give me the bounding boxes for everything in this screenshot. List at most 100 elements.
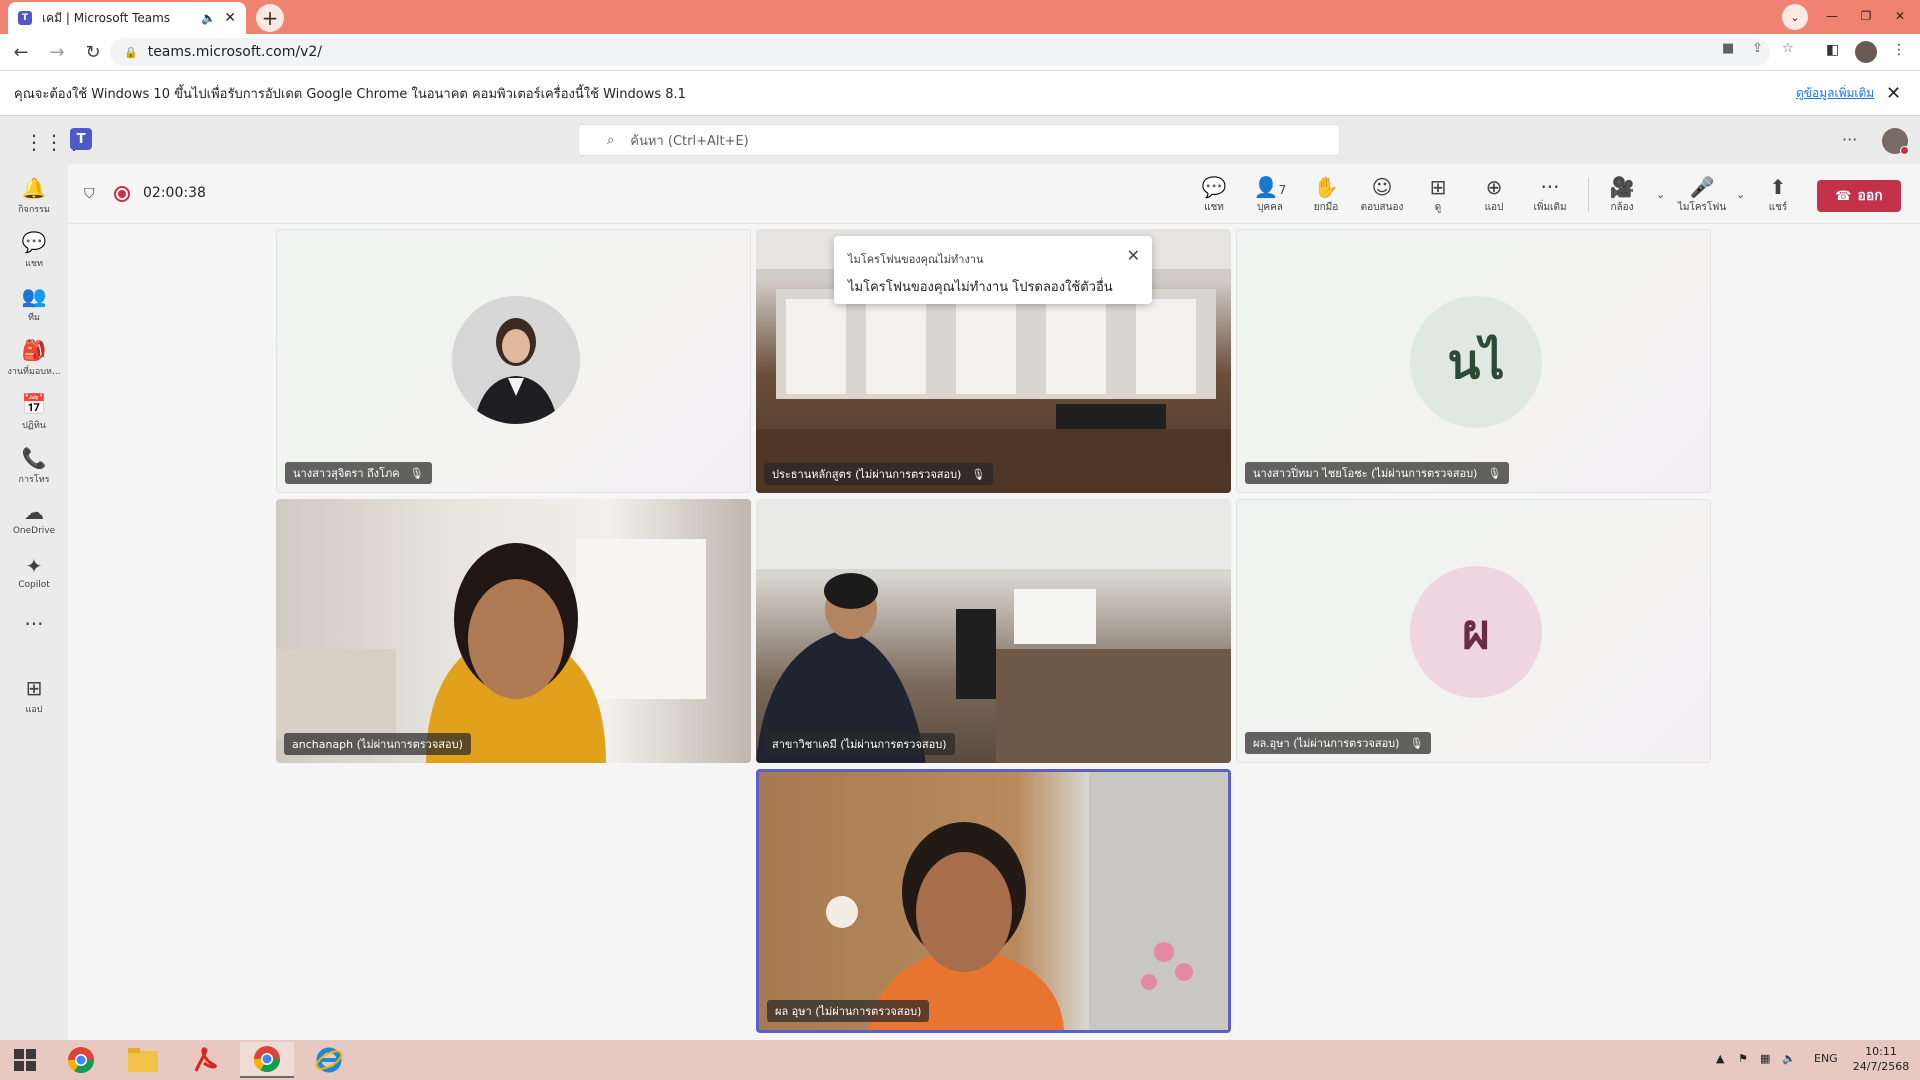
shield-icon[interactable]: ⛉: [84, 186, 95, 202]
rail-item-calendar[interactable]: 📅 ปฏิทิน: [0, 392, 68, 432]
taskbar-chrome-active[interactable]: [240, 1042, 294, 1078]
taskbar-file-explorer[interactable]: [116, 1042, 170, 1078]
speaker-icon[interactable]: 🔈: [201, 11, 216, 25]
windows-taskbar: ▲ ⚑ ▦ 🔈 ENG 10:11 24/7/2568: [0, 1040, 1920, 1080]
taskbar-chrome[interactable]: [54, 1042, 108, 1078]
participant-tile[interactable]: ผ ผล.อุษา (ไม่ผ่านการตรวจสอบ) 🎙: [1236, 499, 1711, 763]
search-input[interactable]: ⌕ ค้นหา (Ctrl+Alt+E): [578, 124, 1340, 156]
office-video-icon: [826, 772, 1228, 1030]
camera-in-use-icon[interactable]: ■: [1722, 41, 1734, 56]
classroom-video-icon: [756, 499, 1231, 763]
participant-tile[interactable]: สาขาวิชาเคมี (ไม่ผ่านการตรวจสอบ): [756, 499, 1231, 763]
info-bar-close-icon[interactable]: ✕: [1886, 83, 1901, 104]
participant-name: ประธานหลักสูตร (ไม่ผ่านการตรวจสอบ): [772, 468, 962, 481]
taskbar-internet-explorer[interactable]: [302, 1042, 356, 1078]
rail-item-calls[interactable]: 📞 การโทร: [0, 446, 68, 486]
tray-overflow-icon[interactable]: ▲: [1716, 1052, 1724, 1065]
participant-name: ผล.อุษา (ไม่ผ่านการตรวจสอบ): [1253, 737, 1400, 750]
mic-button[interactable]: 🎤 ไมโครโฟน: [1672, 174, 1732, 215]
start-button[interactable]: [2, 1042, 48, 1078]
mic-muted-icon: 🎙: [1487, 466, 1502, 480]
taskbar-clock[interactable]: 10:11 24/7/2568: [1846, 1044, 1916, 1074]
window-restore-button[interactable]: ❐: [1850, 0, 1882, 32]
rail-label: การโทร: [18, 475, 50, 485]
share-screen-icon: ⬆: [1769, 175, 1787, 199]
camera-button[interactable]: 🎥 กล้อง: [1592, 174, 1652, 215]
rail-label: OneDrive: [12, 526, 56, 536]
more-icon: ···: [1540, 175, 1560, 199]
presence-status-icon: [1900, 146, 1909, 155]
participant-tile-active-speaker[interactable]: ผล อุษา (ไม่ผ่านการตรวจสอบ): [756, 769, 1231, 1033]
grid-view-icon: ⊞: [1429, 175, 1447, 199]
chat-button[interactable]: 💬 แชท: [1184, 174, 1244, 215]
mic-label: ไมโครโฟน: [1677, 202, 1727, 213]
mic-error-notification: ไมโครโฟนของคุณไม่ทำงาน ไมโครโฟนของคุณไม่…: [834, 236, 1152, 304]
profile-avatar[interactable]: [1855, 41, 1877, 63]
teams-logo-icon: T: [70, 128, 92, 150]
notification-body: ไมโครโฟนของคุณไม่ทำงาน โปรดลองใช้ตัวอื่น: [848, 280, 1113, 295]
input-language[interactable]: ENG: [1814, 1052, 1838, 1065]
react-button[interactable]: ☺ ตอบสนอง: [1352, 174, 1412, 215]
raise-hand-label: ยกมือ: [1313, 202, 1339, 213]
participant-tile[interactable]: นไ นางสาวปิ่ทมา ไชยโอชะ (ไม่ผ่านการตรวจส…: [1236, 229, 1711, 493]
network-icon[interactable]: ▦: [1760, 1052, 1770, 1065]
tab-search-button[interactable]: ⌄: [1782, 4, 1808, 30]
participant-name: นางสาวสุจิตรา ถึงโภค: [293, 467, 400, 480]
share-page-icon[interactable]: ⇪: [1752, 41, 1763, 56]
rail-label: แชท: [25, 259, 43, 269]
back-arrow-icon[interactable]: ←: [6, 42, 36, 63]
bookmark-star-icon[interactable]: ☆: [1782, 41, 1794, 56]
share-label: แชร์: [1768, 202, 1788, 213]
search-icon: ⌕: [607, 132, 615, 148]
window-close-button[interactable]: ✕: [1884, 0, 1916, 32]
participant-name-tag: anchanaph (ไม่ผ่านการตรวจสอบ): [284, 733, 471, 755]
participant-tile[interactable]: นางสาวสุจิตรา ถึงโภค 🎙: [276, 229, 751, 493]
taskbar-acrobat[interactable]: [178, 1042, 232, 1078]
view-button[interactable]: ⊞ ดู: [1408, 174, 1468, 215]
teams-header: ⋮⋮⋮ T ⌕ ค้นหา (Ctrl+Alt+E) ···: [0, 116, 1920, 164]
address-bar[interactable]: 🔒 teams.microsoft.com/v2/: [110, 38, 1770, 66]
new-tab-button[interactable]: +: [256, 4, 284, 32]
rail-item-teams[interactable]: 👥 ทีม: [0, 284, 68, 324]
rail-label: ปฏิทิน: [22, 421, 46, 431]
forward-arrow-icon[interactable]: →: [42, 42, 72, 63]
raise-hand-button[interactable]: ✋ ยกมือ: [1296, 174, 1356, 215]
volume-icon[interactable]: 🔈: [1782, 1052, 1796, 1065]
recording-icon: [114, 186, 130, 202]
window-minimize-button[interactable]: —: [1816, 0, 1848, 32]
rail-item-more[interactable]: ···: [0, 612, 68, 636]
browser-tab-teams[interactable]: T เคมี | Microsoft Teams 🔈 ✕: [8, 2, 246, 34]
reload-icon[interactable]: ↻: [78, 42, 108, 63]
participant-name-tag: ผล.อุษา (ไม่ผ่านการตรวจสอบ) 🎙: [1245, 732, 1432, 754]
rail-item-onedrive[interactable]: ☁ OneDrive: [0, 500, 68, 536]
rail-item-activity[interactable]: 🔔 กิจกรรม: [0, 176, 68, 216]
leave-button[interactable]: ☎ ออก: [1817, 180, 1901, 212]
lock-icon[interactable]: 🔒: [124, 46, 138, 59]
learn-more-link[interactable]: ดูข้อมูลเพิ่มเติม: [1796, 84, 1874, 103]
teams-favicon-icon: T: [18, 11, 32, 25]
camera-off-icon: 🎥: [1609, 175, 1635, 199]
share-button[interactable]: ⬆ แชร์: [1748, 174, 1808, 215]
search-placeholder: ค้นหา (Ctrl+Alt+E): [630, 133, 749, 149]
rail-item-apps[interactable]: ⊞ แอป: [0, 676, 68, 716]
browser-tab-strip: T เคมี | Microsoft Teams 🔈 ✕ + ⌄ — ❐ ✕: [0, 0, 1920, 34]
rail-item-assignments[interactable]: 🎒 งานที่มอบห...: [0, 338, 68, 378]
more-actions-button[interactable]: ··· เพิ่มเติม: [1520, 174, 1580, 215]
tab-title: เคมี | Microsoft Teams: [42, 10, 171, 25]
participant-tile[interactable]: anchanaph (ไม่ผ่านการตรวจสอบ): [276, 499, 751, 763]
rail-item-copilot[interactable]: ✦ Copilot: [0, 554, 68, 590]
flag-icon[interactable]: ⚑: [1738, 1052, 1748, 1065]
side-panel-icon[interactable]: ◧: [1826, 42, 1839, 58]
chrome-menu-icon[interactable]: ⋮: [1892, 42, 1906, 58]
notification-close-icon[interactable]: ✕: [1127, 246, 1140, 265]
camera-options-chevron-icon[interactable]: ⌄: [1656, 188, 1665, 201]
tab-close-icon[interactable]: ✕: [224, 10, 236, 26]
rail-label: ทีม: [28, 313, 40, 323]
participant-name-tag: ผล อุษา (ไม่ผ่านการตรวจสอบ): [767, 1000, 930, 1022]
mic-options-chevron-icon[interactable]: ⌄: [1736, 188, 1745, 201]
people-button[interactable]: 👤7 บุคคล: [1240, 174, 1300, 215]
add-app-icon: ⊞: [25, 676, 43, 700]
rail-item-chat[interactable]: 💬 แชท: [0, 230, 68, 270]
settings-more-icon[interactable]: ···: [1842, 130, 1857, 149]
apps-button[interactable]: ⊕ แอป: [1464, 174, 1524, 215]
